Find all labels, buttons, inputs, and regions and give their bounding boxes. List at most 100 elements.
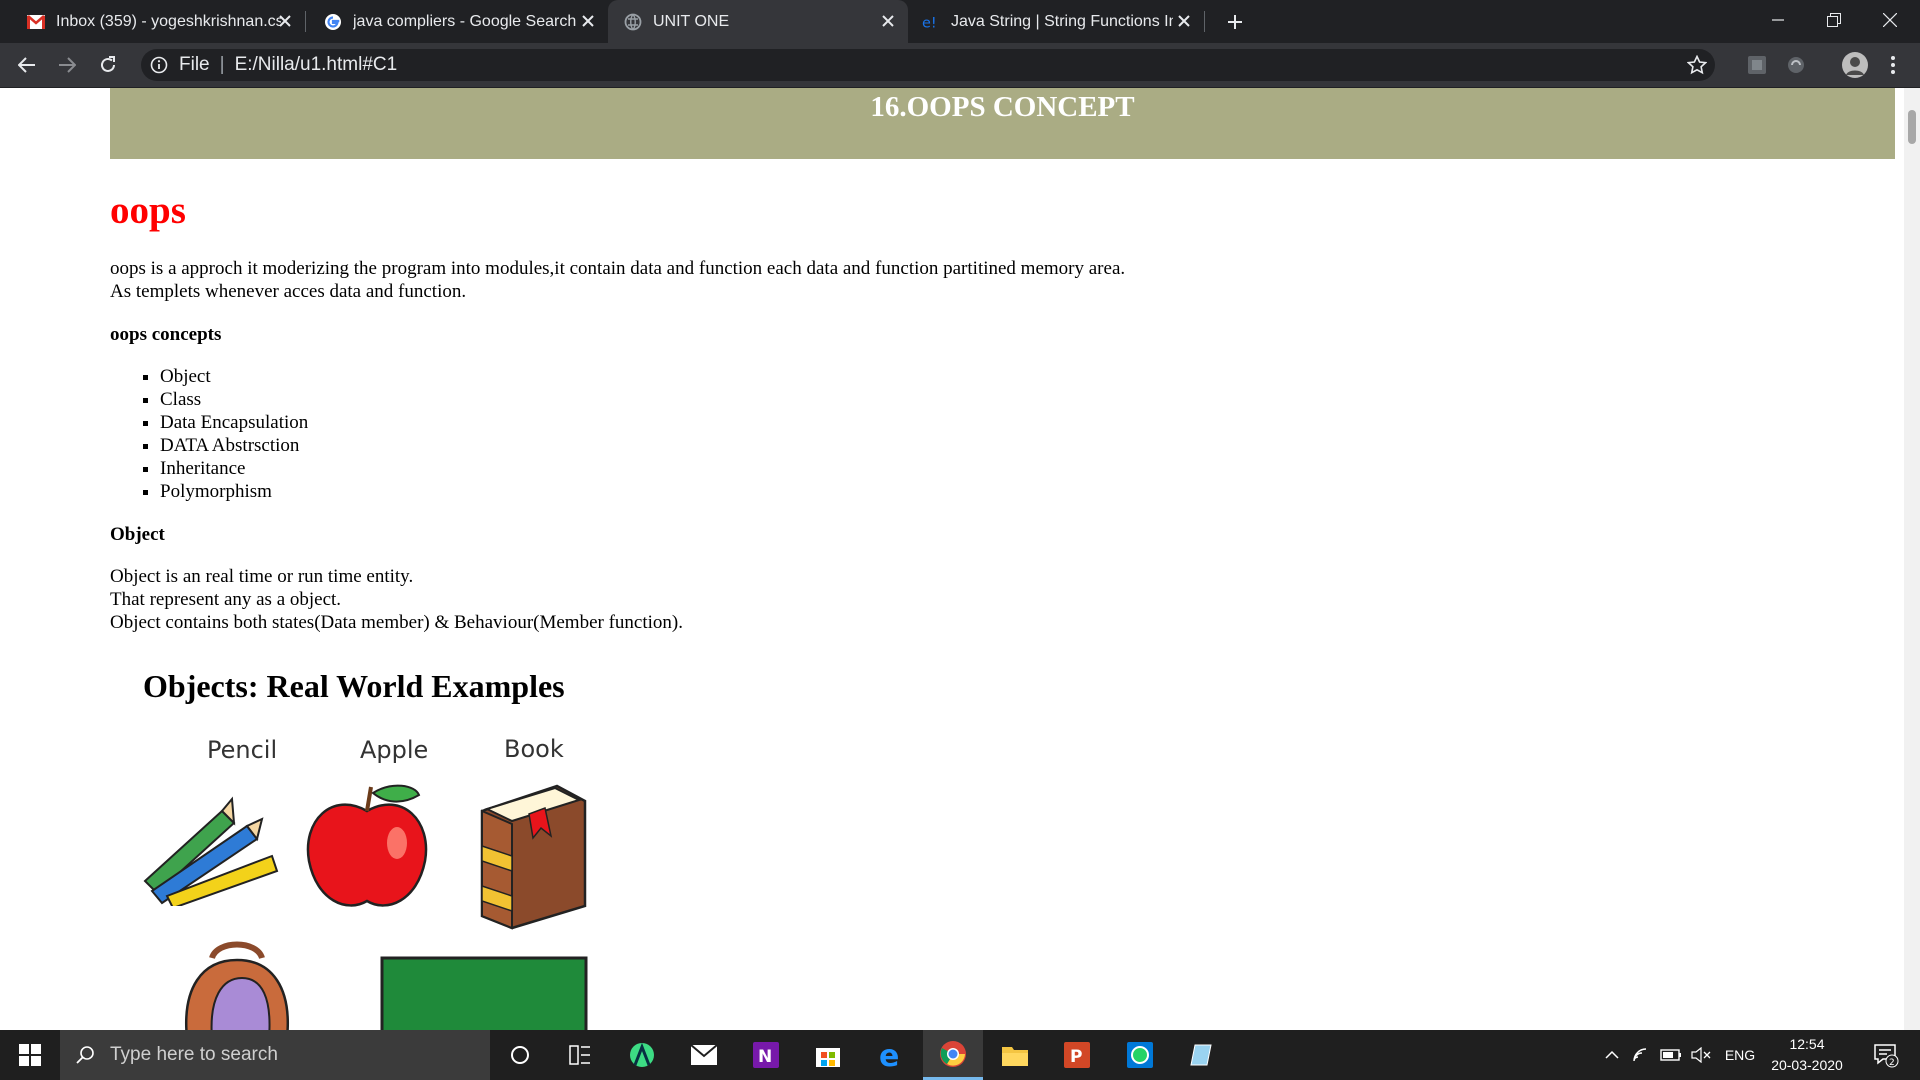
close-tab-icon[interactable] — [275, 11, 295, 31]
tab-title: Java String | String Functions In Ja — [951, 12, 1173, 30]
extension-shield-icon[interactable] — [1785, 54, 1807, 76]
tab-gmail[interactable]: Inbox (359) - yogeshkrishnan.cse — [0, 0, 305, 43]
book-icon — [480, 784, 587, 930]
section-heading: oops — [110, 189, 186, 232]
concepts-list: Object Class Data Encapsulation DATA Abs… — [110, 365, 1810, 503]
close-tab-icon[interactable] — [1174, 11, 1194, 31]
clock-date: 20-03-2020 — [1771, 1057, 1843, 1073]
profile-avatar[interactable] — [1840, 52, 1870, 78]
svg-text:P: P — [1070, 1047, 1082, 1067]
search-placeholder: Type here to search — [110, 1044, 278, 1065]
menu-kebab-icon[interactable] — [1882, 54, 1904, 76]
tab-unit-one[interactable]: UNIT ONE — [608, 0, 908, 43]
start-button[interactable] — [0, 1030, 60, 1080]
taskbar-store[interactable] — [798, 1030, 858, 1080]
taskbar-android-studio[interactable] — [612, 1030, 672, 1080]
forward-button[interactable] — [52, 50, 82, 80]
list-item: Data Encapsulation — [160, 411, 1810, 434]
tab-title: Inbox (359) - yogeshkrishnan.cse — [56, 12, 281, 30]
url-separator: | — [219, 54, 225, 75]
wifi-status[interactable] — [1628, 1030, 1654, 1080]
reload-icon — [101, 56, 115, 72]
reload-button[interactable] — [93, 50, 123, 80]
object-line: Object is an real time or run time entit… — [110, 566, 414, 587]
volume-status[interactable] — [1688, 1030, 1714, 1080]
board-icon — [380, 956, 588, 1030]
close-tab-icon[interactable] — [878, 11, 898, 31]
info-icon[interactable] — [149, 55, 169, 75]
cortana-button[interactable] — [490, 1030, 550, 1080]
task-view-icon — [569, 1045, 590, 1065]
browser-toolbar: File | E:/Nilla/u1.html#C1 — [0, 43, 1920, 88]
gmail-icon — [27, 13, 45, 31]
close-window-button[interactable] — [1862, 0, 1918, 40]
folder-icon — [1002, 1047, 1028, 1066]
banner-title: 16.OOPS CONCEPT — [870, 91, 1135, 123]
list-item: Class — [160, 388, 1810, 411]
taskbar-onenote[interactable]: N — [736, 1030, 796, 1080]
show-hidden-icons[interactable] — [1600, 1030, 1624, 1080]
objects-example-image: Objects: Real World Examples Pencil Appl… — [137, 666, 607, 1030]
cortana-circle-icon — [511, 1046, 529, 1064]
tab-java-string[interactable]: e! Java String | String Functions In Ja — [908, 0, 1204, 43]
android-studio-icon — [630, 1042, 654, 1067]
concepts-heading: oops concepts — [110, 324, 222, 345]
store-icon — [816, 1048, 840, 1067]
address-bar[interactable]: File | E:/Nilla/u1.html#C1 — [141, 49, 1715, 81]
taskbar-app[interactable] — [1172, 1030, 1232, 1080]
taskbar-mail[interactable] — [674, 1030, 734, 1080]
close-icon — [1883, 13, 1897, 27]
extension-icon[interactable] — [1746, 54, 1768, 76]
arrow-right-icon — [59, 57, 76, 73]
restore-button[interactable] — [1806, 0, 1862, 40]
intro-paragraph: oops is a approch it moderizing the prog… — [110, 257, 1810, 303]
taskbar-edge[interactable]: e — [861, 1030, 921, 1080]
tab-google-search[interactable]: java compliers - Google Search — [306, 0, 608, 43]
input-language[interactable]: ENG — [1720, 1030, 1760, 1080]
action-center-button[interactable]: 2 — [1866, 1030, 1906, 1080]
clock-time: 12:54 — [1789, 1036, 1825, 1052]
object-paragraph: Object is an real time or run time entit… — [110, 565, 1810, 634]
notification-icon: 2 — [1874, 1044, 1899, 1068]
minimize-icon — [1772, 19, 1784, 21]
tab-title: UNIT ONE — [653, 12, 730, 30]
back-button[interactable] — [12, 50, 42, 80]
svg-text:N: N — [758, 1047, 772, 1067]
figure-label-pencil: Pencil — [207, 736, 278, 764]
page-scrollbar[interactable] — [1904, 88, 1920, 1030]
chevron-up-icon — [1605, 1050, 1619, 1059]
bookmark-star-icon[interactable] — [1686, 54, 1708, 75]
url-text[interactable]: E:/Nilla/u1.html#C1 — [235, 54, 398, 76]
mail-icon — [690, 1044, 718, 1065]
battery-status[interactable] — [1658, 1030, 1684, 1080]
intro-line: As templets whenever acces data and func… — [110, 281, 467, 302]
minimize-button[interactable] — [1750, 0, 1806, 40]
list-item: DATA Abstrsction — [160, 434, 1810, 457]
taskbar-file-explorer[interactable] — [985, 1030, 1045, 1080]
clock[interactable]: 12:54 20-03-2020 — [1762, 1034, 1852, 1076]
edureka-icon: e! — [922, 13, 940, 31]
apple-icon — [306, 784, 428, 907]
wifi-icon — [1633, 1048, 1647, 1062]
intro-line: oops is a approch it moderizing the prog… — [110, 258, 1126, 279]
windows-logo-icon — [19, 1044, 41, 1066]
object-line: Object contains both states(Data member)… — [110, 612, 683, 633]
scrollbar-thumb[interactable] — [1908, 110, 1916, 144]
page-viewport: 16.OOPS CONCEPT oops oops is a approch i… — [0, 88, 1920, 1030]
powerpoint-icon: P — [1064, 1042, 1090, 1068]
figure-label-book: Book — [504, 735, 564, 763]
new-tab-button[interactable] — [1222, 9, 1248, 35]
pencil-icon — [143, 796, 279, 906]
battery-icon — [1660, 1049, 1681, 1061]
taskbar-search-box[interactable]: Type here to search — [60, 1030, 490, 1080]
close-tab-icon[interactable] — [578, 11, 598, 31]
list-item: Polymorphism — [160, 480, 1810, 503]
taskbar-powerpoint[interactable]: P — [1047, 1030, 1107, 1080]
section-banner: 16.OOPS CONCEPT — [110, 88, 1895, 159]
object-heading: Object — [110, 524, 165, 545]
taskbar-whatsapp[interactable] — [1110, 1030, 1170, 1080]
taskbar-chrome[interactable] — [923, 1030, 983, 1080]
svg-text:e!: e! — [922, 15, 937, 31]
task-view-button[interactable] — [550, 1030, 610, 1080]
notepad-icon — [1190, 1044, 1212, 1066]
